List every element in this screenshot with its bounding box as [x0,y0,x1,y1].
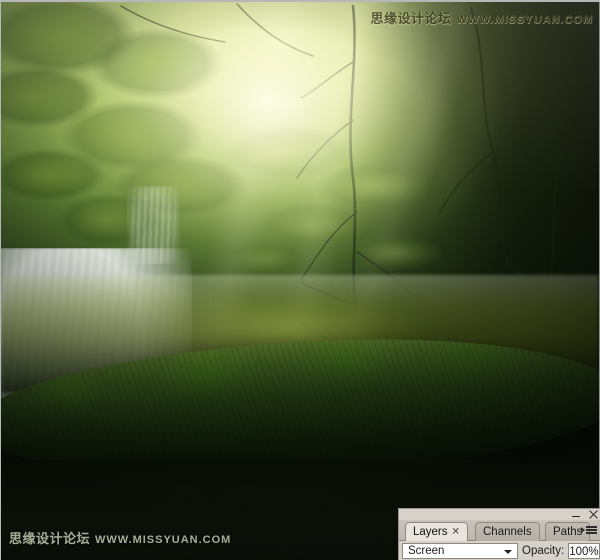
minimize-icon[interactable] [571,510,581,520]
tab-channels-label: Channels [483,526,532,538]
blend-mode-select[interactable]: Screen [402,542,518,559]
layers-panel[interactable]: Layers ✕ Channels Paths Screen Opacity: 1… [398,508,600,560]
chevron-down-icon[interactable] [504,549,512,554]
mood-color-wash [1,2,599,560]
tab-channels[interactable]: Channels [475,522,540,541]
tab-layers-label: Layers [413,526,448,538]
window-top-edge [0,0,600,2]
opacity-input[interactable]: 100% [568,542,600,559]
image-canvas[interactable]: 思缘设计论坛 WWW.MISSYUAN.COM 思缘设计论坛 WWW.MISSY… [1,2,599,560]
window-left-edge [0,0,1,560]
tab-close-icon[interactable]: ✕ [452,524,460,542]
app-window: 思缘设计论坛 WWW.MISSYUAN.COM 思缘设计论坛 WWW.MISSY… [0,0,600,560]
opacity-label: Opacity: [522,544,565,557]
close-icon[interactable] [588,510,598,520]
blend-mode-value: Screen [408,544,445,557]
blend-opacity-row: Screen Opacity: 100% [399,541,600,560]
panel-menu-icon[interactable] [581,523,597,537]
tab-paths-label: Paths [553,526,583,538]
panel-tab-strip: Layers ✕ Channels Paths [399,520,600,541]
tab-layers[interactable]: Layers ✕ [405,522,468,541]
